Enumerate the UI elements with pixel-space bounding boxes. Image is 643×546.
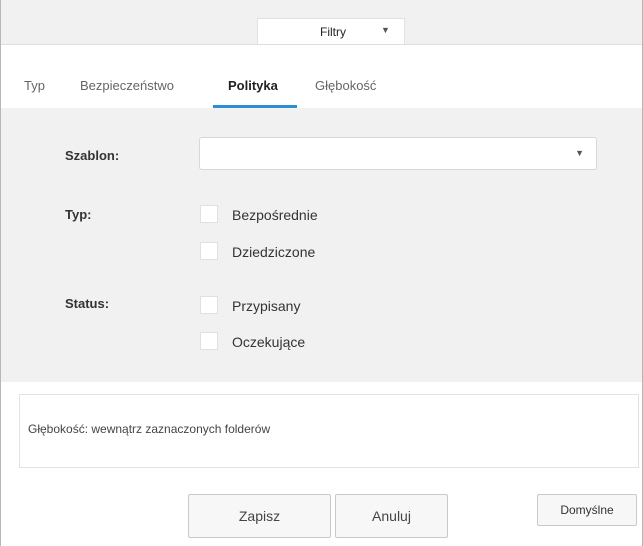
template-label: Szablon: xyxy=(65,148,120,163)
default-button[interactable]: Domyślne xyxy=(537,494,637,526)
status-label: Status: xyxy=(65,296,110,311)
status-option-pending-label: Oczekujące xyxy=(232,334,306,350)
top-bar: Filtry ▼ xyxy=(1,0,642,45)
caret-down-icon: ▼ xyxy=(575,148,584,158)
tab-bar: Typ Bezpieczeństwo Polityka Głębokość xyxy=(1,45,642,108)
filters-dropdown-label: Filtry xyxy=(320,25,346,39)
checkbox[interactable] xyxy=(200,242,218,260)
filters-dialog: Filtry ▼ Typ Bezpieczeństwo Polityka Głę… xyxy=(0,0,643,546)
tab-bezpieczenstwo[interactable]: Bezpieczeństwo xyxy=(80,78,174,93)
checkbox[interactable] xyxy=(200,296,218,314)
tab-typ[interactable]: Typ xyxy=(24,78,45,93)
checkbox[interactable] xyxy=(200,332,218,350)
save-button[interactable]: Zapisz xyxy=(188,494,331,538)
template-select[interactable]: ▼ xyxy=(199,137,597,170)
type-option-direct-label: Bezpośrednie xyxy=(232,207,318,223)
tab-polityka[interactable]: Polityka xyxy=(228,78,278,93)
type-label: Typ: xyxy=(65,207,92,222)
tab-glebokosc[interactable]: Głębokość xyxy=(315,78,376,93)
cancel-button[interactable]: Anuluj xyxy=(335,494,448,538)
type-option-inherited-label: Dziedziczone xyxy=(232,244,316,260)
depth-description: Głębokość: wewnątrz zaznaczonych folderó… xyxy=(28,422,271,436)
caret-down-icon: ▼ xyxy=(381,25,390,35)
depth-description-box: Głębokość: wewnątrz zaznaczonych folderó… xyxy=(19,394,639,468)
policy-form-panel: Szablon: ▼ Typ: Bezpośrednie Dziedziczon… xyxy=(1,108,642,382)
filters-dropdown[interactable]: Filtry ▼ xyxy=(257,18,405,44)
status-option-assigned-label: Przypisany xyxy=(232,298,301,314)
checkbox[interactable] xyxy=(200,205,218,223)
